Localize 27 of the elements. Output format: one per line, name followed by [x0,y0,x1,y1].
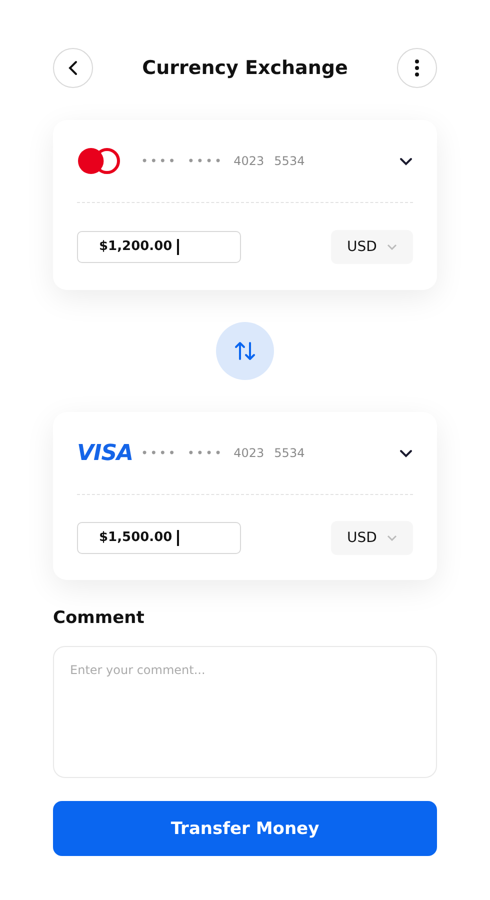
chevron-down-icon[interactable] [399,156,413,166]
chevron-down-icon[interactable] [399,448,413,458]
amount-field[interactable]: $1,200.00 [77,230,241,262]
comment-label: Comment [53,608,146,628]
back-icon [68,60,78,76]
card-number-group: 4023 [234,154,264,168]
swap-arrows-icon [233,340,257,362]
card-number-group: 4023 [234,446,264,460]
back-button[interactable] [53,48,93,88]
card-number-group: •••• [187,154,224,168]
chevron-down-icon [386,534,397,540]
card-number-group: 5534 [274,446,305,460]
transfer-money-button[interactable]: Transfer Money [53,801,437,856]
comment-field[interactable]: Enter your comment... [53,646,437,778]
card-brand-logo: VISA [77,440,134,466]
card-logo-icon [77,147,121,175]
card-number-group: •••• [187,446,224,460]
card-number-group: •••• [141,154,178,168]
amount-field[interactable]: $1,500.00 [77,522,241,554]
card-number-group: 5534 [274,154,305,168]
card-number-group: •••• [141,446,178,460]
currency-dropdown[interactable]: USD [331,230,413,264]
more-options-button[interactable] [397,48,437,88]
chevron-down-icon [386,244,397,250]
screen-title: Currency Exchange [142,57,348,79]
currency-dropdown[interactable]: USD [331,520,413,554]
more-icon [414,59,420,77]
